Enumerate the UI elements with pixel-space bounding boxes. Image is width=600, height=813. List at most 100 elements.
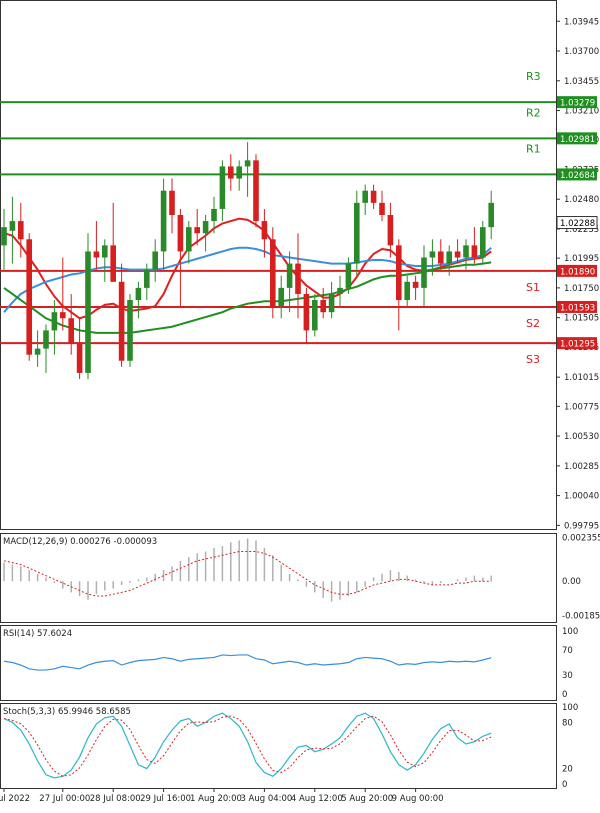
last-price-label: 1.02288 (560, 219, 595, 229)
x-tick-label: 29 Jul 16:00 (140, 794, 191, 804)
candle-body (26, 239, 32, 355)
x-tick-label: 1 Aug 20:00 (190, 794, 242, 804)
candle-body (379, 202, 385, 216)
level-name-r2: R2 (526, 106, 541, 119)
candle-body (488, 202, 494, 228)
candle-body (295, 263, 301, 294)
candle-body (186, 227, 192, 252)
candle-body (362, 190, 368, 203)
level-name-s2: S2 (526, 317, 540, 330)
candle-body (337, 287, 343, 294)
candle-body (303, 293, 310, 331)
level-name-r3: R3 (526, 70, 541, 83)
candle-body (110, 245, 116, 282)
candle-body (202, 221, 209, 234)
y-tick-label: 0.99795 (564, 521, 599, 531)
y-tick-label: 1.00040 (564, 492, 599, 502)
candle-body (370, 190, 377, 203)
candle-body (152, 251, 158, 270)
candle-body (127, 300, 133, 361)
macd-y-tick-label: 0.00 (562, 577, 581, 587)
candle-body (177, 215, 184, 252)
candle-body (471, 245, 478, 258)
stoch-y-tick-label: 80 (562, 718, 573, 728)
y-tick-label: 1.01995 (564, 254, 599, 264)
candle-body (76, 342, 83, 373)
candle-body (228, 166, 234, 179)
level-tag-label: 1.01890 (560, 267, 595, 277)
candle-body (278, 287, 284, 307)
y-tick-label: 1.01505 (564, 314, 599, 324)
candle-body (244, 160, 251, 167)
candle-body (261, 221, 268, 240)
candle-body (160, 190, 167, 252)
candle-body (454, 251, 461, 258)
stoch-y-tick-label: 0 (562, 780, 567, 790)
candle-body (135, 287, 142, 301)
y-tick-label: 1.01750 (564, 284, 599, 294)
level-tag-label: 1.02684 (560, 171, 595, 181)
candle-body (320, 300, 326, 313)
y-tick-label: 1.00285 (564, 462, 599, 472)
rsi-title: RSI(14) 57.6024 (3, 629, 72, 639)
level-name-s3: S3 (526, 353, 540, 366)
y-tick-label: 1.02480 (564, 195, 599, 205)
candle-body (9, 221, 16, 231)
candle-body (429, 251, 436, 258)
level-tag-label: 1.01593 (560, 303, 595, 313)
y-tick-label: 1.00530 (564, 432, 599, 442)
candle-body (43, 330, 49, 349)
candle-body (34, 348, 41, 355)
level-name-s1: S1 (526, 281, 540, 294)
candle-body (51, 312, 58, 331)
candle-body (169, 190, 175, 216)
x-tick-label: 3 Aug 04:00 (240, 794, 292, 804)
candle-body (421, 257, 427, 288)
rsi-y-tick-label: 0 (562, 690, 567, 700)
x-tick-label: 5 Aug 20:00 (341, 794, 393, 804)
candle-body (118, 281, 125, 361)
x-tick-label: 4 Aug 12:00 (291, 794, 343, 804)
macd-title: MACD(12,26,9) 0.000276 -0.000093 (3, 537, 157, 547)
stoch-y-tick-label: 20 (562, 765, 573, 775)
macd-y-tick-label: 0.002355 (562, 534, 600, 544)
level-tag-label: 1.02981 (560, 135, 595, 145)
x-tick-label: 25 Jul 2022 (0, 794, 30, 804)
candle-body (68, 318, 74, 343)
candle-body (93, 251, 100, 258)
x-tick-label: 9 Aug 00:00 (392, 794, 444, 804)
trading-chart: 1.039451.037001.034551.032101.029701.027… (0, 0, 600, 813)
candle-body (286, 263, 293, 288)
y-tick-label: 1.01015 (564, 373, 599, 383)
rsi-y-tick-label: 100 (562, 627, 578, 637)
candle-body (144, 269, 150, 288)
candle-body (396, 245, 402, 301)
candle-body (446, 251, 452, 264)
candle-body (102, 245, 108, 258)
candle-body (354, 202, 360, 264)
candle-body (328, 293, 335, 313)
candle-body (60, 312, 66, 319)
rsi-y-tick-label: 30 (562, 671, 573, 681)
x-tick-label: 28 Jul 08:00 (90, 794, 141, 804)
macd-y-tick-label: -0.00185 (562, 612, 600, 622)
y-tick-label: 1.03700 (564, 47, 599, 57)
y-tick-label: 1.00775 (564, 402, 599, 412)
x-tick-label: 27 Jul 00:00 (39, 794, 90, 804)
candle-body (345, 263, 352, 288)
candle-body (387, 215, 394, 246)
level-name-r1: R1 (526, 142, 541, 155)
candle-body (219, 166, 226, 209)
candle-body (211, 208, 217, 222)
candle-body (253, 160, 259, 222)
candle-body (463, 245, 469, 258)
stoch-title: Stoch(5,3,3) 65.9946 58.6585 (3, 707, 131, 717)
candle-body (270, 239, 276, 307)
candle-body (438, 251, 444, 264)
candle-body (404, 281, 410, 301)
candle-body (480, 227, 486, 258)
y-tick-label: 1.03945 (564, 17, 599, 27)
chart-canvas: 1.039451.037001.034551.032101.029701.027… (0, 0, 600, 804)
level-tag-label: 1.03279 (560, 99, 595, 109)
candle-body (85, 251, 91, 373)
